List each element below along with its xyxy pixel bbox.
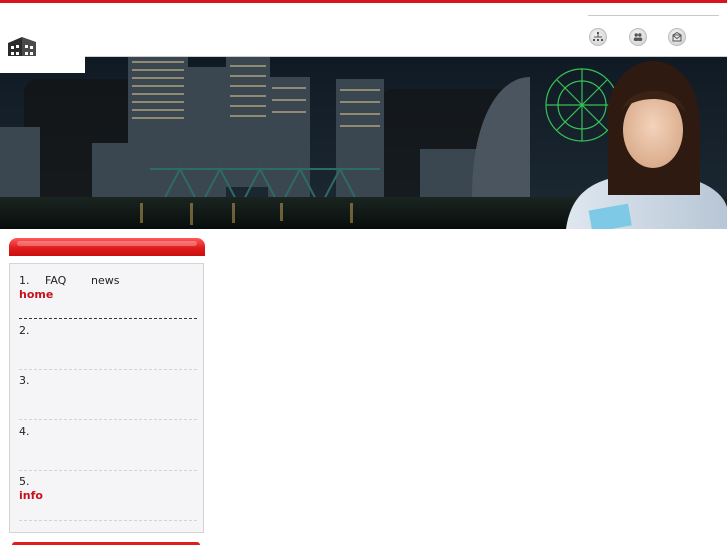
item-number: 3.: [19, 374, 30, 387]
users-icon[interactable]: [629, 28, 647, 46]
contact-icon[interactable]: [668, 28, 686, 46]
sidebar-panel: 1. FAQ news home 2. 3. 4. 5. info: [9, 263, 204, 533]
item-number: 2.: [19, 324, 30, 337]
header-rule: [588, 15, 719, 16]
item-number: 5.: [19, 475, 30, 488]
sidebar-item-5: 5. info: [19, 475, 197, 503]
divider: [19, 520, 197, 521]
item-number: 4.: [19, 425, 30, 438]
sidebar-item-1: 1. FAQ news home: [19, 274, 197, 302]
sidebar-item-4: 4.: [19, 425, 197, 439]
home-link[interactable]: home: [19, 288, 197, 302]
divider: [19, 369, 197, 370]
sidebar-item-2: 2.: [19, 324, 197, 338]
logo-tab: [0, 56, 85, 73]
faq-link[interactable]: FAQ: [45, 274, 66, 288]
top-accent-bar: [0, 0, 727, 3]
news-link[interactable]: news: [91, 274, 119, 288]
sidebar-item-3: 3.: [19, 374, 197, 388]
sidebar-header-tab: [9, 238, 205, 256]
divider: [19, 318, 197, 319]
info-link[interactable]: info: [19, 489, 197, 503]
divider: [19, 419, 197, 420]
item-number: 1.: [19, 274, 30, 287]
city-night-banner-image: [0, 57, 727, 229]
divider: [19, 470, 197, 471]
sitemap-icon[interactable]: [589, 28, 607, 46]
